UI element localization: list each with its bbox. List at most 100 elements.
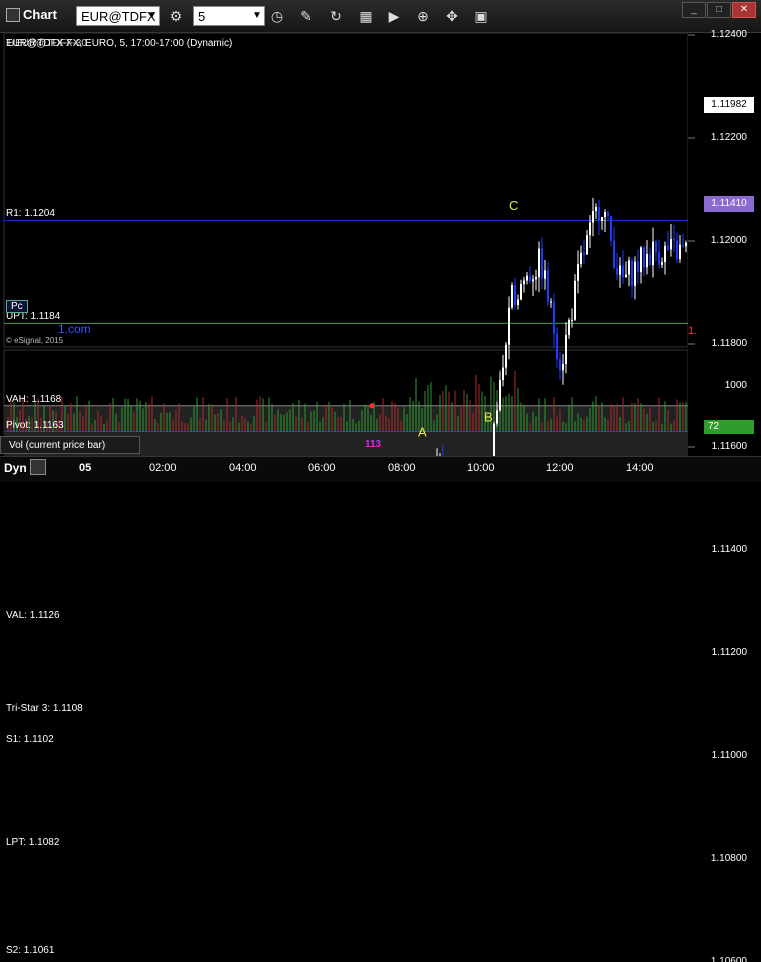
- price-axis-label: 1.10800: [710, 853, 747, 864]
- candle-body: [586, 235, 588, 255]
- pencil-icon[interactable]: ✎: [296, 6, 316, 26]
- candle-body: [571, 319, 573, 321]
- candle-body: [646, 253, 648, 268]
- candle-body: [538, 248, 540, 278]
- level-label: VAH: 1.1168: [6, 393, 62, 405]
- play-icon[interactable]: ▶: [384, 6, 404, 26]
- price-axis-label: 1.12400: [710, 29, 747, 40]
- indicator-icon[interactable]: ▦: [356, 6, 376, 26]
- level-label: UPT: 1.1184: [6, 311, 61, 323]
- price-axis-label: 1.11000: [711, 750, 747, 761]
- candle-body: [616, 268, 618, 275]
- volume-current-tag: 72: [704, 420, 754, 434]
- candle-body: [604, 212, 606, 218]
- candle-body: [622, 265, 624, 278]
- candle-body: [625, 274, 627, 278]
- price-axis-label: 1.10600: [710, 956, 747, 962]
- zoom-icon[interactable]: ⊕: [413, 6, 433, 26]
- candle-body: [661, 262, 663, 265]
- candle-body: [667, 245, 669, 250]
- session-label[interactable]: Dyn: [4, 461, 27, 475]
- price-pane: [3, 32, 689, 348]
- volume-study-label[interactable]: Vol (current price bar): [0, 436, 140, 454]
- candle-body: [535, 277, 537, 280]
- price-axis-label: 1.11800: [711, 338, 747, 349]
- candle-body: [664, 245, 666, 263]
- candle-body: [526, 275, 528, 281]
- clock-icon[interactable]: ◷: [267, 6, 287, 26]
- level-label: R1: 1.1204: [6, 208, 55, 220]
- candle-body: [544, 270, 546, 279]
- candle-body: [598, 206, 600, 221]
- candle-body: [547, 270, 549, 303]
- price-axis-label: 1.11600: [711, 441, 747, 452]
- signal-dot: [369, 403, 375, 409]
- time-axis-label: 02:00: [149, 462, 177, 474]
- interval-dropdown-icon[interactable]: ▼: [249, 6, 265, 26]
- candle-body: [658, 252, 660, 265]
- window-title: Chart: [23, 7, 57, 22]
- level-label: S1: 1.1102: [6, 733, 54, 745]
- candle-body: [631, 260, 633, 286]
- pc-badge[interactable]: Pc: [6, 300, 28, 313]
- candle-body: [568, 320, 570, 335]
- symbol-dropdown-icon[interactable]: ▼: [144, 6, 160, 26]
- candle-body: [634, 261, 636, 286]
- time-axis-label: 10:00: [467, 462, 495, 474]
- candle-body: [640, 247, 642, 273]
- candle-body: [655, 241, 657, 253]
- header-overlap-text: TrEUR@TDFX-30: [6, 38, 87, 49]
- level-label: Tri-Star 3: 1.1108: [6, 702, 83, 714]
- candle-body: [649, 253, 651, 266]
- candle-body: [583, 252, 585, 255]
- price-axis-label: 1.11400: [711, 544, 747, 555]
- window-icon[interactable]: ▣: [471, 6, 491, 26]
- candle-body: [610, 216, 612, 241]
- candle-body: [580, 252, 582, 265]
- refresh-icon[interactable]: ↻: [326, 6, 346, 26]
- candle-body: [559, 359, 561, 371]
- candle-body: [550, 301, 552, 303]
- symbol-settings-icon[interactable]: ⚙: [166, 6, 186, 26]
- close-button[interactable]: ✕: [732, 2, 756, 18]
- candle-body: [673, 239, 675, 241]
- wave-label: A: [418, 425, 427, 440]
- minimize-button[interactable]: _: [682, 2, 706, 18]
- price-axis-label: 1.12200: [710, 132, 747, 143]
- candle-body: [607, 212, 609, 217]
- candle-body: [499, 379, 501, 411]
- candle-body: [637, 261, 639, 273]
- candle-body: [496, 410, 498, 424]
- candle-body: [619, 265, 621, 275]
- candle-body: [532, 279, 534, 282]
- title-bar: Chart EUR@TDFX ▼ ⚙ 5 ▼ ◷ ✎ ↻ ▦ ▶ ⊕ ✥ ▣ _…: [0, 0, 761, 33]
- price-axis-pane: [688, 33, 761, 434]
- time-axis-label: 12:00: [546, 462, 574, 474]
- candle-body: [505, 344, 507, 368]
- price-axis-label: 1.11200: [711, 647, 747, 658]
- candle-body: [628, 260, 630, 275]
- restore-button[interactable]: □: [707, 2, 731, 18]
- candle-body: [502, 367, 504, 380]
- candle-body: [652, 241, 654, 266]
- level-label: LPT: 1.1082: [6, 836, 60, 848]
- session-toggle-icon[interactable]: [30, 459, 46, 475]
- candle-body: [562, 363, 564, 371]
- candle-body: [556, 333, 558, 360]
- time-axis-label: 08:00: [388, 462, 416, 474]
- candle-body: [685, 242, 687, 247]
- candle-body: [574, 280, 576, 320]
- candle-body: [643, 247, 645, 268]
- candle-body: [601, 217, 603, 221]
- price-chart[interactable]: ABC23456789101113: [0, 32, 761, 481]
- pin-icon[interactable]: ✥: [442, 6, 462, 26]
- candle-body: [553, 301, 555, 334]
- candle-body: [592, 211, 594, 223]
- wave-label: B: [484, 409, 493, 424]
- candle-body: [514, 285, 516, 305]
- candle-body: [511, 285, 513, 308]
- right-edge-marker: 1.: [688, 325, 698, 337]
- candle-body: [565, 334, 567, 364]
- candle-body: [508, 307, 510, 345]
- candle-body: [577, 264, 579, 281]
